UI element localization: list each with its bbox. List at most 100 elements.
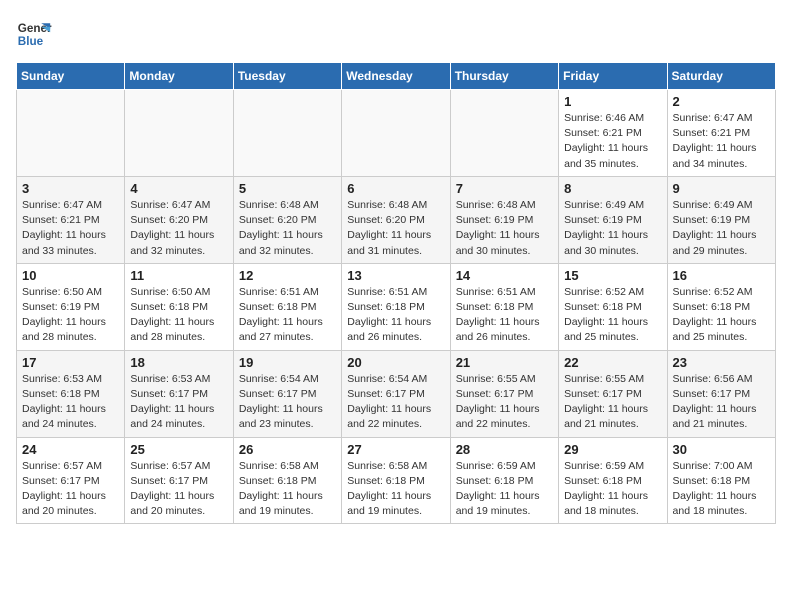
day-number: 21: [456, 355, 553, 370]
day-number: 7: [456, 181, 553, 196]
calendar-cell: 19 Sunrise: 6:54 AM Sunset: 6:17 PM Dayli…: [233, 350, 341, 437]
calendar-cell: 12 Sunrise: 6:51 AM Sunset: 6:18 PM Dayli…: [233, 263, 341, 350]
calendar-week-row: 10Sunrise: 6:50 AM Sunset: 6:19 PM Dayli…: [17, 263, 776, 350]
calendar-cell: 16 Sunrise: 6:52 AM Sunset: 6:18 PM Dayli…: [667, 263, 775, 350]
day-info: Sunrise: 6:57 AM Sunset: 6:17 PM Dayligh…: [22, 459, 119, 520]
day-info: Sunrise: 6:51 AM Sunset: 6:18 PM Dayligh…: [456, 285, 553, 346]
calendar-cell: 15Sunrise: 6:52 AM Sunset: 6:18 PM Dayli…: [559, 263, 667, 350]
day-info: Sunrise: 6:49 AM Sunset: 6:19 PM Dayligh…: [564, 198, 661, 259]
calendar-cell: 4Sunrise: 6:47 AM Sunset: 6:20 PM Daylig…: [125, 176, 233, 263]
day-info: Sunrise: 6:57 AM Sunset: 6:17 PM Dayligh…: [130, 459, 227, 520]
weekday-header-friday: Friday: [559, 63, 667, 90]
day-info: Sunrise: 6:50 AM Sunset: 6:18 PM Dayligh…: [130, 285, 227, 346]
calendar-header-row: SundayMondayTuesdayWednesdayThursdayFrid…: [17, 63, 776, 90]
calendar-cell: 21 Sunrise: 6:55 AM Sunset: 6:17 PM Dayli…: [450, 350, 558, 437]
day-info: Sunrise: 6:54 AM Sunset: 6:17 PM Dayligh…: [239, 372, 336, 433]
calendar-week-row: 17Sunrise: 6:53 AM Sunset: 6:18 PM Dayli…: [17, 350, 776, 437]
calendar-cell: [17, 90, 125, 177]
day-info: Sunrise: 6:51 AM Sunset: 6:18 PM Dayligh…: [239, 285, 336, 346]
calendar-cell: 5 Sunrise: 6:48 AM Sunset: 6:20 PM Daylig…: [233, 176, 341, 263]
calendar-cell: 20 Sunrise: 6:54 AM Sunset: 6:17 PM Dayli…: [342, 350, 450, 437]
day-info: Sunrise: 6:52 AM Sunset: 6:18 PM Dayligh…: [564, 285, 661, 346]
calendar-cell: 1 Sunrise: 6:46 AM Sunset: 6:21 PM Daylig…: [559, 90, 667, 177]
weekday-header-saturday: Saturday: [667, 63, 775, 90]
calendar-cell: [450, 90, 558, 177]
day-number: 28: [456, 442, 553, 457]
weekday-header-wednesday: Wednesday: [342, 63, 450, 90]
day-number: 6: [347, 181, 444, 196]
day-info: Sunrise: 6:47 AM Sunset: 6:21 PM Dayligh…: [673, 111, 770, 172]
day-number: 13: [347, 268, 444, 283]
calendar-week-row: 3 Sunrise: 6:47 AM Sunset: 6:21 PM Daylig…: [17, 176, 776, 263]
day-info: Sunrise: 6:58 AM Sunset: 6:18 PM Dayligh…: [347, 459, 444, 520]
calendar-cell: 6 Sunrise: 6:48 AM Sunset: 6:20 PM Daylig…: [342, 176, 450, 263]
day-info: Sunrise: 6:58 AM Sunset: 6:18 PM Dayligh…: [239, 459, 336, 520]
calendar-week-row: 24 Sunrise: 6:57 AM Sunset: 6:17 PM Dayli…: [17, 437, 776, 524]
day-number: 14: [456, 268, 553, 283]
day-number: 18: [130, 355, 227, 370]
calendar: SundayMondayTuesdayWednesdayThursdayFrid…: [16, 62, 776, 524]
day-info: Sunrise: 6:46 AM Sunset: 6:21 PM Dayligh…: [564, 111, 661, 172]
day-number: 1: [564, 94, 661, 109]
logo: General Blue: [16, 16, 58, 52]
day-info: Sunrise: 6:56 AM Sunset: 6:17 PM Dayligh…: [673, 372, 770, 433]
day-info: Sunrise: 6:48 AM Sunset: 6:19 PM Dayligh…: [456, 198, 553, 259]
logo-icon: General Blue: [16, 16, 52, 52]
calendar-cell: 27Sunrise: 6:58 AM Sunset: 6:18 PM Dayli…: [342, 437, 450, 524]
weekday-header-monday: Monday: [125, 63, 233, 90]
calendar-week-row: 1 Sunrise: 6:46 AM Sunset: 6:21 PM Daylig…: [17, 90, 776, 177]
day-number: 5: [239, 181, 336, 196]
calendar-cell: [233, 90, 341, 177]
calendar-cell: 14 Sunrise: 6:51 AM Sunset: 6:18 PM Dayli…: [450, 263, 558, 350]
calendar-cell: 17Sunrise: 6:53 AM Sunset: 6:18 PM Dayli…: [17, 350, 125, 437]
day-number: 23: [673, 355, 770, 370]
calendar-cell: 30 Sunrise: 7:00 AM Sunset: 6:18 PM Dayli…: [667, 437, 775, 524]
day-number: 24: [22, 442, 119, 457]
calendar-cell: 18 Sunrise: 6:53 AM Sunset: 6:17 PM Dayli…: [125, 350, 233, 437]
day-info: Sunrise: 6:51 AM Sunset: 6:18 PM Dayligh…: [347, 285, 444, 346]
day-number: 20: [347, 355, 444, 370]
calendar-cell: 28 Sunrise: 6:59 AM Sunset: 6:18 PM Dayli…: [450, 437, 558, 524]
day-number: 16: [673, 268, 770, 283]
day-info: Sunrise: 6:55 AM Sunset: 6:17 PM Dayligh…: [456, 372, 553, 433]
day-number: 4: [130, 181, 227, 196]
day-number: 26: [239, 442, 336, 457]
day-info: Sunrise: 6:54 AM Sunset: 6:17 PM Dayligh…: [347, 372, 444, 433]
day-info: Sunrise: 6:59 AM Sunset: 6:18 PM Dayligh…: [456, 459, 553, 520]
day-number: 12: [239, 268, 336, 283]
calendar-cell: 23 Sunrise: 6:56 AM Sunset: 6:17 PM Dayli…: [667, 350, 775, 437]
calendar-cell: 9Sunrise: 6:49 AM Sunset: 6:19 PM Daylig…: [667, 176, 775, 263]
day-number: 3: [22, 181, 119, 196]
day-number: 22: [564, 355, 661, 370]
day-info: Sunrise: 6:47 AM Sunset: 6:21 PM Dayligh…: [22, 198, 119, 259]
day-info: Sunrise: 7:00 AM Sunset: 6:18 PM Dayligh…: [673, 459, 770, 520]
calendar-cell: 24 Sunrise: 6:57 AM Sunset: 6:17 PM Dayli…: [17, 437, 125, 524]
day-info: Sunrise: 6:50 AM Sunset: 6:19 PM Dayligh…: [22, 285, 119, 346]
day-number: 25: [130, 442, 227, 457]
day-info: Sunrise: 6:48 AM Sunset: 6:20 PM Dayligh…: [347, 198, 444, 259]
calendar-cell: 29Sunrise: 6:59 AM Sunset: 6:18 PM Dayli…: [559, 437, 667, 524]
calendar-cell: 10Sunrise: 6:50 AM Sunset: 6:19 PM Dayli…: [17, 263, 125, 350]
day-number: 11: [130, 268, 227, 283]
calendar-cell: 25 Sunrise: 6:57 AM Sunset: 6:17 PM Dayli…: [125, 437, 233, 524]
day-number: 2: [673, 94, 770, 109]
calendar-cell: 13 Sunrise: 6:51 AM Sunset: 6:18 PM Dayli…: [342, 263, 450, 350]
day-info: Sunrise: 6:49 AM Sunset: 6:19 PM Dayligh…: [673, 198, 770, 259]
calendar-cell: 8 Sunrise: 6:49 AM Sunset: 6:19 PM Daylig…: [559, 176, 667, 263]
day-number: 19: [239, 355, 336, 370]
day-number: 30: [673, 442, 770, 457]
calendar-cell: [125, 90, 233, 177]
day-info: Sunrise: 6:53 AM Sunset: 6:17 PM Dayligh…: [130, 372, 227, 433]
day-info: Sunrise: 6:53 AM Sunset: 6:18 PM Dayligh…: [22, 372, 119, 433]
calendar-body: 1 Sunrise: 6:46 AM Sunset: 6:21 PM Daylig…: [17, 90, 776, 524]
day-info: Sunrise: 6:52 AM Sunset: 6:18 PM Dayligh…: [673, 285, 770, 346]
day-number: 8: [564, 181, 661, 196]
calendar-cell: [342, 90, 450, 177]
calendar-cell: 2 Sunrise: 6:47 AM Sunset: 6:21 PM Daylig…: [667, 90, 775, 177]
calendar-cell: 7 Sunrise: 6:48 AM Sunset: 6:19 PM Daylig…: [450, 176, 558, 263]
calendar-cell: 11 Sunrise: 6:50 AM Sunset: 6:18 PM Dayli…: [125, 263, 233, 350]
weekday-header-tuesday: Tuesday: [233, 63, 341, 90]
day-info: Sunrise: 6:48 AM Sunset: 6:20 PM Dayligh…: [239, 198, 336, 259]
weekday-header-thursday: Thursday: [450, 63, 558, 90]
day-info: Sunrise: 6:59 AM Sunset: 6:18 PM Dayligh…: [564, 459, 661, 520]
